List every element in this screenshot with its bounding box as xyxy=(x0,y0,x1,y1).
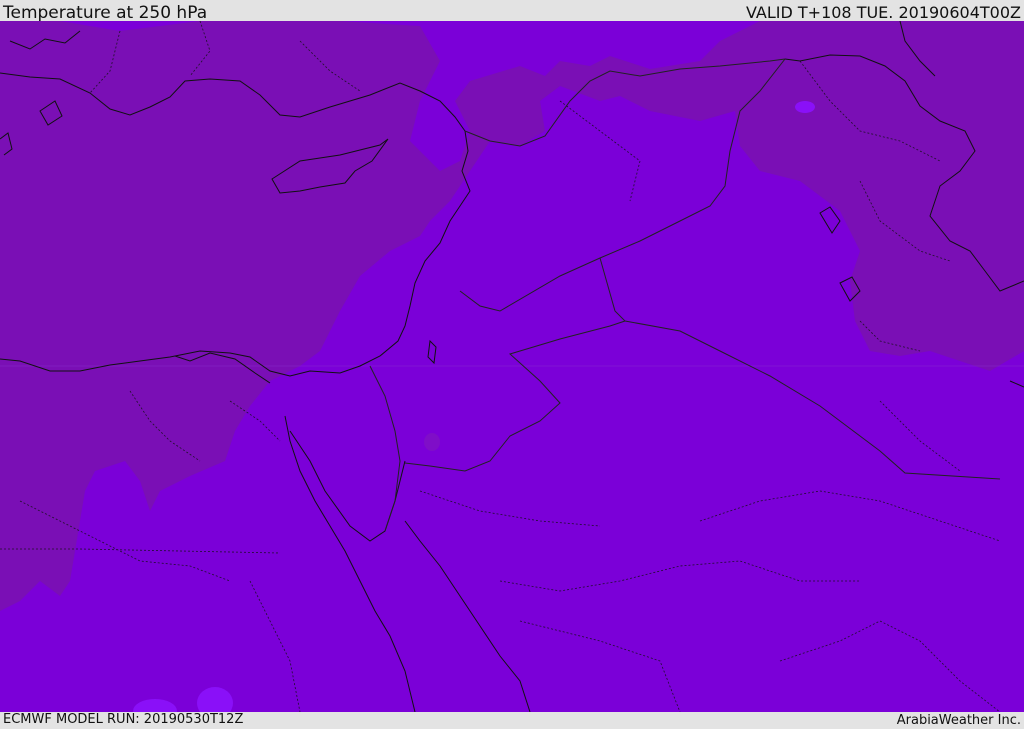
warm-spot-3 xyxy=(795,101,815,113)
credit-label: ArabiaWeather Inc. xyxy=(896,713,1021,728)
map-title: Temperature at 250 hPa xyxy=(3,3,208,23)
cool-spot-1 xyxy=(424,433,440,451)
map-canvas xyxy=(0,21,1024,712)
valid-time-label: VALID T+108 TUE. 20190604T00Z xyxy=(745,3,1021,22)
temperature-map xyxy=(0,21,1024,712)
model-run-label: ECMWF MODEL RUN: 20190530T12Z xyxy=(3,712,244,727)
